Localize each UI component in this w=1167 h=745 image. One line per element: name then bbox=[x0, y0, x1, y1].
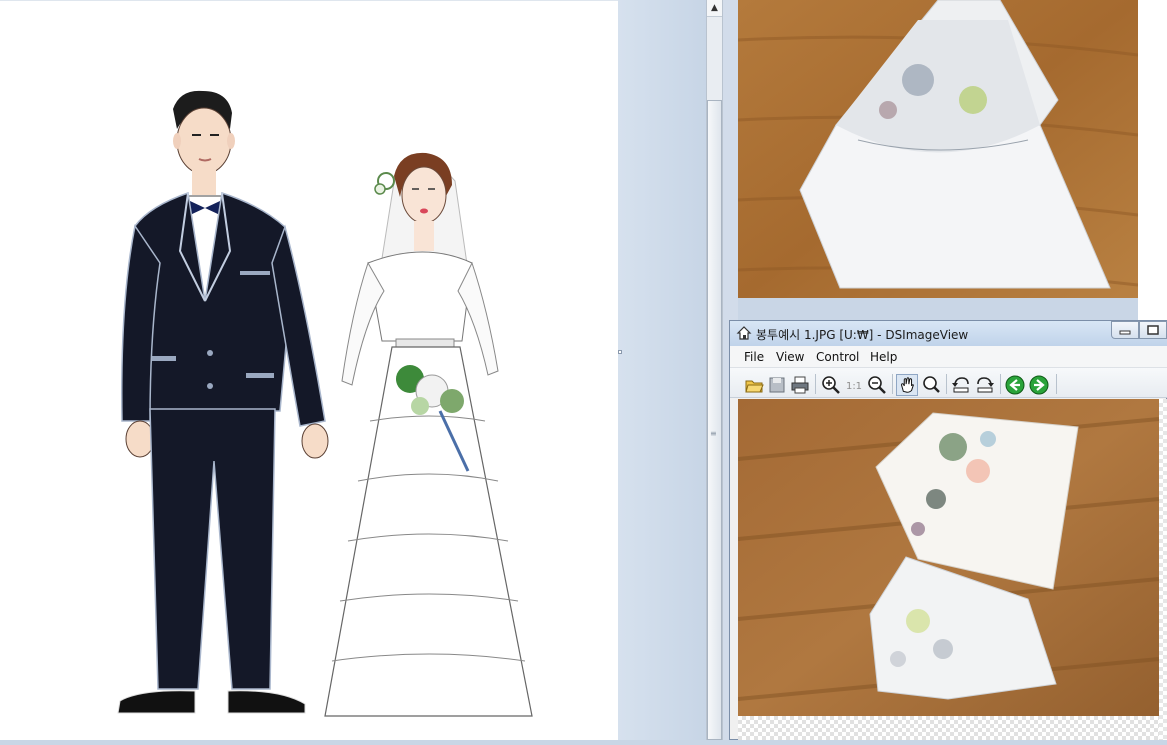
rotate-left-icon bbox=[952, 377, 969, 393]
save-icon bbox=[769, 377, 785, 393]
toolbar-separator bbox=[1000, 374, 1001, 394]
transparent-pattern-bottom bbox=[738, 716, 1159, 740]
zoom-out-button[interactable] bbox=[866, 374, 888, 396]
menu-help[interactable]: Help bbox=[870, 350, 897, 364]
next-image-icon bbox=[1029, 375, 1049, 395]
menu-file[interactable]: File bbox=[744, 350, 764, 364]
zoom-in-button[interactable] bbox=[820, 374, 842, 396]
previous-image-icon bbox=[1005, 375, 1025, 395]
scrollbar-grip-icon: ≡ bbox=[710, 429, 717, 438]
actual-size-icon: 1:1 bbox=[846, 381, 862, 392]
actual-size-button[interactable]: 1:1 bbox=[843, 374, 865, 396]
envelope-photo bbox=[737, 0, 1139, 298]
rotate-right-button[interactable] bbox=[974, 374, 996, 396]
wedding-couple-illustration bbox=[117, 90, 533, 717]
print-icon bbox=[791, 376, 809, 394]
maximize-button[interactable] bbox=[1139, 321, 1167, 339]
minimize-button[interactable] bbox=[1111, 321, 1139, 339]
next-image-button[interactable] bbox=[1028, 374, 1050, 396]
menu-control[interactable]: Control bbox=[816, 350, 859, 364]
bride-figure bbox=[324, 152, 533, 717]
menu-view[interactable]: View bbox=[776, 350, 804, 364]
rotate-right-icon bbox=[977, 377, 994, 393]
toolbar-separator bbox=[815, 374, 816, 394]
minimize-icon bbox=[1119, 330, 1131, 335]
toolbar-separator bbox=[946, 374, 947, 394]
background-panel bbox=[1138, 0, 1167, 320]
scrollbar-thumb[interactable] bbox=[707, 100, 722, 740]
toolbar-separator bbox=[892, 374, 893, 394]
hand-pan-icon bbox=[901, 377, 914, 393]
scroll-up-arrow-icon[interactable]: ▲ bbox=[707, 0, 722, 17]
hand-pan-button[interactable] bbox=[896, 374, 918, 396]
open-button[interactable] bbox=[743, 374, 765, 396]
window-title: 봉투예시 1.JPG [U:₩] - DSImageView bbox=[756, 328, 969, 342]
rotate-left-button[interactable] bbox=[950, 374, 972, 396]
transparent-pattern-right bbox=[1159, 399, 1167, 740]
open-icon bbox=[745, 380, 764, 393]
previous-image-button[interactable] bbox=[1004, 374, 1026, 396]
app-house-icon bbox=[736, 325, 752, 341]
zoom-out-icon bbox=[868, 376, 886, 394]
toolbar-separator bbox=[1056, 374, 1057, 394]
envelope-photo-top bbox=[737, 0, 1139, 298]
print-button[interactable] bbox=[789, 374, 811, 396]
envelopes-photo bbox=[737, 399, 1160, 716]
groom-figure bbox=[117, 90, 329, 714]
illustration-canvas bbox=[0, 0, 618, 740]
save-button[interactable] bbox=[766, 374, 788, 396]
splitter-handle[interactable] bbox=[618, 350, 622, 354]
image-view-area[interactable] bbox=[737, 399, 1160, 716]
maximize-icon bbox=[1147, 325, 1159, 335]
magnifier-icon bbox=[923, 376, 940, 393]
split-gutter bbox=[618, 0, 706, 740]
magnifier-button[interactable] bbox=[920, 374, 942, 396]
zoom-in-icon bbox=[822, 376, 840, 394]
svg-text:1:1: 1:1 bbox=[846, 381, 862, 392]
